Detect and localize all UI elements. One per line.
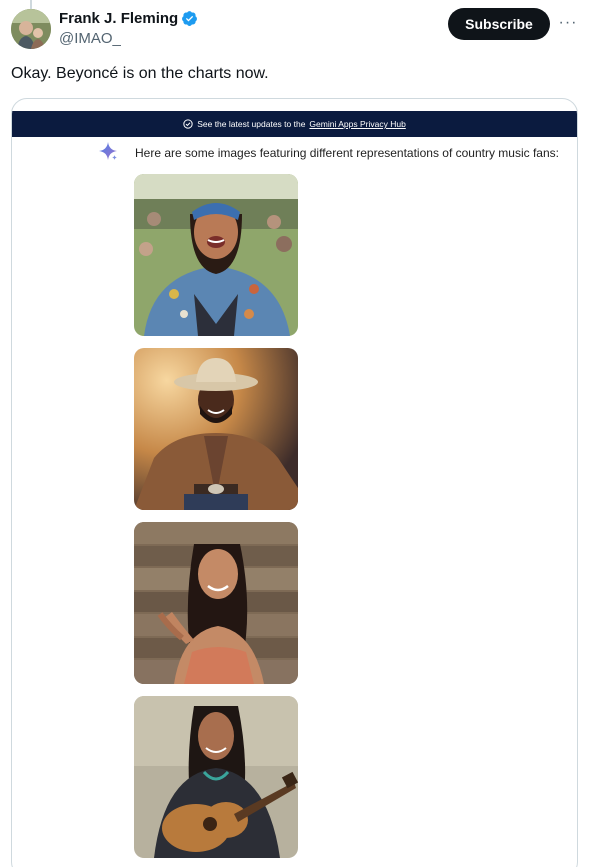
subscribe-button[interactable]: Subscribe — [448, 8, 550, 40]
generated-image-2[interactable] — [134, 348, 298, 510]
generated-image-1[interactable] — [134, 174, 298, 336]
more-options-icon[interactable]: ··· — [557, 12, 579, 34]
avatar[interactable] — [11, 9, 51, 49]
tweet-text: Okay. Beyoncé is on the charts now. — [11, 65, 269, 82]
author-block: Frank J. Fleming @IMAO_ — [59, 9, 198, 47]
author-name[interactable]: Frank J. Fleming — [59, 10, 178, 27]
banner-text: See the latest updates to the — [197, 119, 306, 129]
privacy-hub-link[interactable]: Gemini Apps Privacy Hub — [309, 119, 405, 129]
verified-badge-icon — [182, 10, 198, 26]
generated-image-3[interactable] — [134, 522, 298, 684]
generated-image-4[interactable] — [134, 696, 298, 858]
author-handle[interactable]: @IMAO_ — [59, 30, 198, 47]
gemini-sparkle-icon — [99, 142, 117, 160]
thread-connector-line — [30, 0, 32, 9]
gemini-intro-text: Here are some images featuring different… — [135, 146, 559, 160]
privacy-banner: See the latest updates to the Gemini App… — [12, 111, 577, 137]
check-circle-icon — [183, 119, 193, 129]
attached-image-card[interactable]: See the latest updates to the Gemini App… — [11, 98, 578, 867]
